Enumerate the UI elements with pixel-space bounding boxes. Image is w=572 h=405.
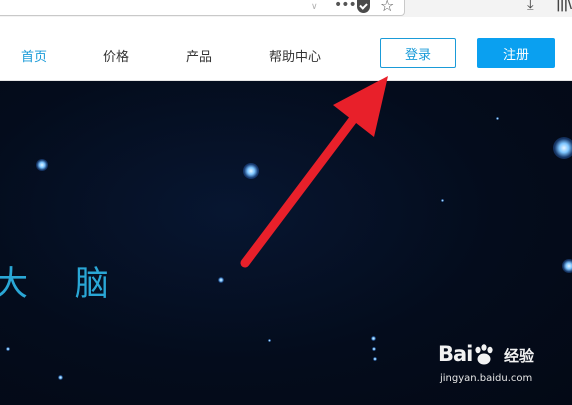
light-particle xyxy=(36,159,48,171)
bookmark-star-icon[interactable]: ☆ xyxy=(380,0,394,15)
page: ∨ ••• ☆ ⤓ |||\ 首页 价格 产品 帮助中心 登录 注册 大 脑 B… xyxy=(0,0,572,405)
baidu-jingyan-watermark: Bai 经验 jingyan.baidu.com xyxy=(436,342,566,392)
light-particle xyxy=(218,277,224,283)
paw-icon xyxy=(475,344,493,365)
chevron-down-icon[interactable]: ∨ xyxy=(311,2,318,12)
light-particle xyxy=(371,336,376,341)
more-options-icon[interactable]: ••• xyxy=(334,0,357,13)
browser-toolbar: ∨ ••• ☆ ⤓ |||\ xyxy=(0,0,572,18)
light-particle xyxy=(372,347,376,351)
light-particle xyxy=(553,137,572,159)
watermark-brand: Bai xyxy=(438,342,473,366)
watermark-suffix: 经验 xyxy=(504,347,535,365)
pocket-icon[interactable] xyxy=(357,0,370,13)
login-button[interactable]: 登录 xyxy=(380,38,456,68)
light-particle xyxy=(6,347,10,351)
library-icon[interactable]: |||\ xyxy=(556,0,572,12)
watermark-domain: jingyan.baidu.com xyxy=(440,373,533,384)
light-particle xyxy=(268,339,271,342)
light-particle xyxy=(243,163,259,179)
nav-item-home[interactable]: 首页 xyxy=(21,46,47,65)
light-particle xyxy=(58,375,63,380)
nav-item-help-center[interactable]: 帮助中心 xyxy=(269,46,321,65)
download-icon[interactable]: ⤓ xyxy=(527,0,534,13)
light-particle xyxy=(373,357,377,361)
register-button[interactable]: 注册 xyxy=(477,38,555,68)
nav-item-products[interactable]: 产品 xyxy=(186,46,212,65)
hero-title: 大 脑 xyxy=(0,264,127,304)
light-particle xyxy=(441,199,444,202)
nav-item-price[interactable]: 价格 xyxy=(103,46,129,65)
light-particle xyxy=(496,117,499,120)
light-particle xyxy=(562,259,572,273)
